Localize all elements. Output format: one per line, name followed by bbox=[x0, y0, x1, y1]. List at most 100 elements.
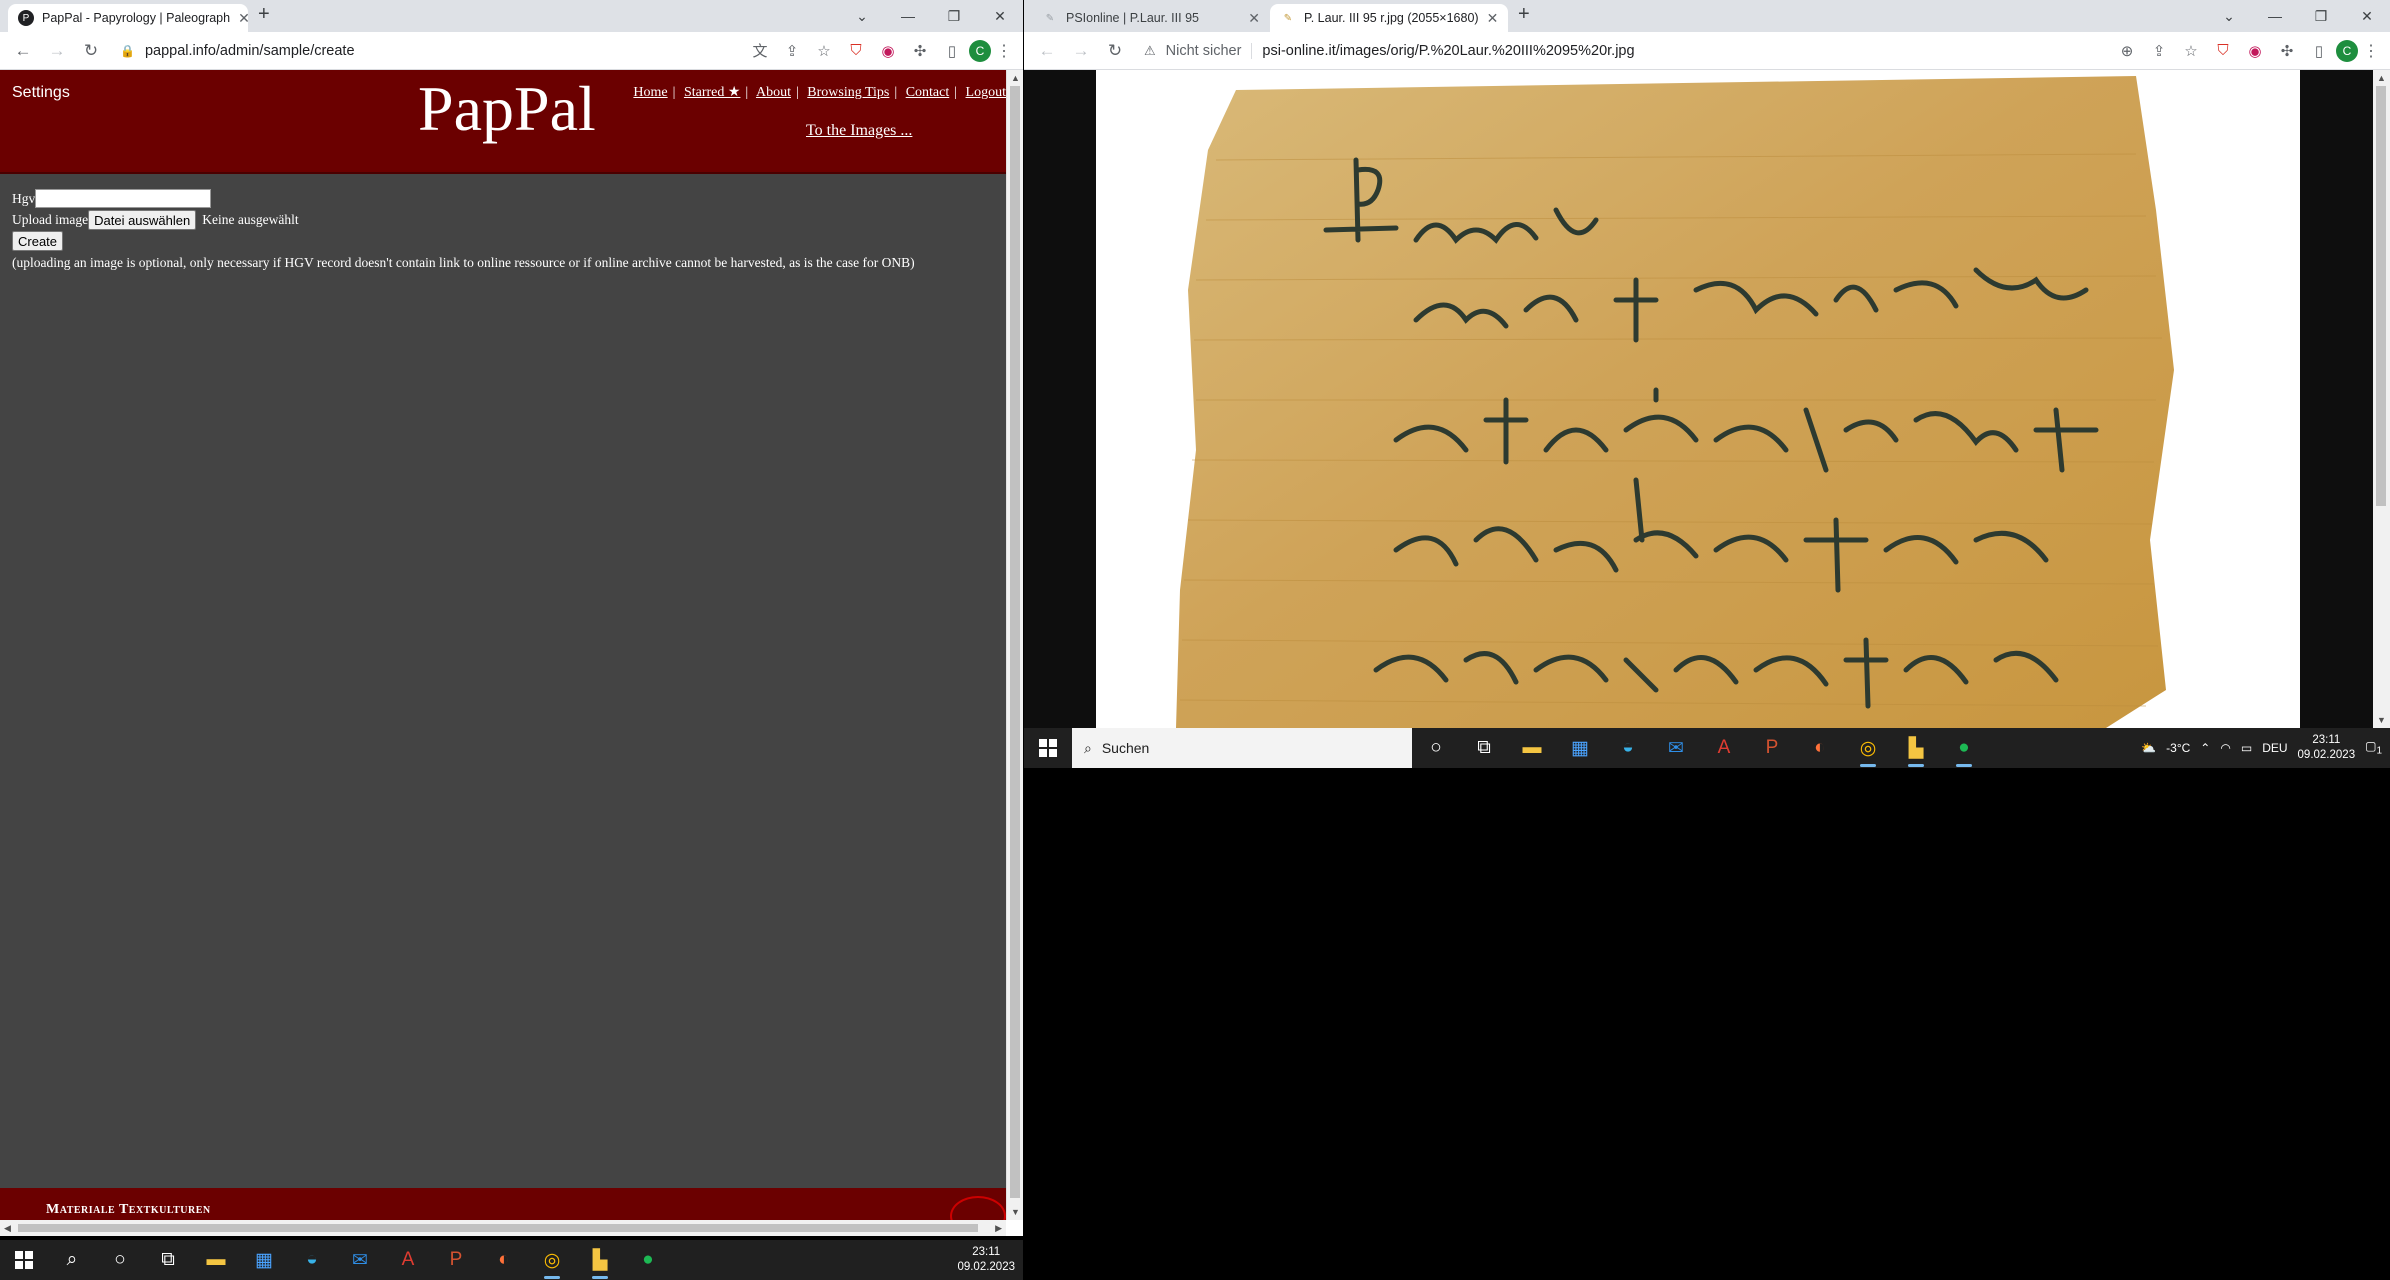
clock[interactable]: 23:11 09.02.2023 bbox=[2298, 733, 2356, 763]
settings-link[interactable]: Settings bbox=[12, 84, 70, 102]
close-window-button[interactable]: ✕ bbox=[2344, 8, 2390, 25]
task-view-icon[interactable]: ⧉ bbox=[144, 1240, 192, 1280]
cortana-icon[interactable]: ○ bbox=[96, 1240, 144, 1280]
new-tab-button[interactable]: + bbox=[248, 3, 280, 30]
extension-shield-icon[interactable]: ⛉ bbox=[841, 36, 871, 66]
browser-menu-icon[interactable]: ⋮ bbox=[2360, 41, 2382, 61]
scroll-right-icon[interactable]: ▶ bbox=[995, 1223, 1002, 1234]
acrobat-icon[interactable]: A bbox=[384, 1240, 432, 1280]
footer-title[interactable]: Materiale Textkulturen bbox=[46, 1202, 211, 1218]
reload-icon[interactable]: ↻ bbox=[76, 36, 106, 66]
restore-button[interactable]: ❐ bbox=[2298, 8, 2344, 25]
battery-icon[interactable]: ▭ bbox=[2241, 741, 2252, 755]
back-icon[interactable]: ← bbox=[1032, 36, 1062, 66]
to-images-link[interactable]: To the Images ... bbox=[806, 122, 912, 140]
address-bar[interactable]: 🔒 pappal.info/admin/sample/create bbox=[110, 36, 741, 66]
security-label[interactable]: Nicht sicher bbox=[1166, 42, 1253, 59]
share-icon[interactable]: ⇪ bbox=[2144, 36, 2174, 66]
file-explorer-icon[interactable]: ▬ bbox=[1508, 728, 1556, 768]
forward-icon[interactable]: → bbox=[42, 36, 72, 66]
scroll-down-icon[interactable]: ▼ bbox=[2377, 715, 2386, 725]
language-indicator[interactable]: DEU bbox=[2262, 741, 2287, 755]
start-button[interactable] bbox=[1024, 728, 1072, 768]
mail-icon[interactable]: ✉ bbox=[1652, 728, 1700, 768]
search-icon[interactable]: ⌕ bbox=[48, 1240, 96, 1280]
file-explorer-icon[interactable]: ▬ bbox=[192, 1240, 240, 1280]
weather-icon[interactable]: ⛅ bbox=[2141, 741, 2156, 755]
extension-shield-icon[interactable]: ⛉ bbox=[2208, 36, 2238, 66]
hgv-input[interactable] bbox=[35, 189, 212, 208]
warning-icon[interactable]: ⚠ bbox=[1144, 43, 1156, 59]
zoom-icon[interactable]: ⊕ bbox=[2112, 36, 2142, 66]
spotify-icon[interactable]: ● bbox=[1940, 728, 1988, 768]
tab-psionline[interactable]: ✎ PSIonline | P.Laur. III 95 ✕ bbox=[1032, 4, 1270, 32]
nav-starred[interactable]: Starred ★ bbox=[684, 85, 740, 100]
edge-icon[interactable]: ◒ bbox=[288, 1240, 336, 1280]
firefox-icon[interactable]: ◐ bbox=[1796, 728, 1844, 768]
nav-home[interactable]: Home bbox=[633, 85, 667, 100]
url-text[interactable]: pappal.info/admin/sample/create bbox=[145, 43, 355, 59]
bookmark-star-icon[interactable]: ☆ bbox=[809, 36, 839, 66]
mail-icon[interactable]: ✉ bbox=[336, 1240, 384, 1280]
edge-icon[interactable]: ◒ bbox=[1604, 728, 1652, 768]
forward-icon[interactable]: → bbox=[1066, 36, 1096, 66]
firefox-icon[interactable]: ◐ bbox=[480, 1240, 528, 1280]
share-icon[interactable]: ⇪ bbox=[777, 36, 807, 66]
extension-badge-icon[interactable]: ◉ bbox=[873, 36, 903, 66]
lock-icon[interactable]: 🔒 bbox=[120, 44, 135, 58]
clock[interactable]: 23:11 09.02.2023 bbox=[957, 1245, 1015, 1275]
reload-icon[interactable]: ↻ bbox=[1100, 36, 1130, 66]
notification-icon[interactable]: ▢1 bbox=[2365, 739, 2382, 756]
extensions-puzzle-icon[interactable]: ✣ bbox=[2272, 36, 2302, 66]
tab-search-icon[interactable]: ⌄ bbox=[2206, 8, 2252, 25]
tab-search-icon[interactable]: ⌄ bbox=[839, 8, 885, 25]
start-button[interactable] bbox=[0, 1240, 48, 1280]
powerpoint-icon[interactable]: P bbox=[1748, 728, 1796, 768]
weather-temp[interactable]: -3°C bbox=[2166, 741, 2190, 755]
url-text[interactable]: psi-online.it/images/orig/P.%20Laur.%20I… bbox=[1262, 43, 1634, 59]
spotify-icon[interactable]: ● bbox=[624, 1240, 672, 1280]
choose-file-button[interactable]: Datei auswählen bbox=[88, 209, 197, 230]
nav-contact[interactable]: Contact bbox=[906, 85, 950, 100]
tab-close-icon[interactable]: ✕ bbox=[238, 10, 248, 27]
side-panel-icon[interactable]: ▯ bbox=[2304, 36, 2334, 66]
translate-icon[interactable]: 文 bbox=[745, 36, 775, 66]
cortana-icon[interactable]: ○ bbox=[1412, 728, 1460, 768]
scroll-up-icon[interactable]: ▲ bbox=[1011, 73, 1020, 83]
taskbar-search[interactable]: ⌕ Suchen bbox=[1072, 728, 1412, 768]
vertical-scrollbar[interactable]: ▲ ▼ bbox=[1006, 70, 1023, 1220]
papyrus-image[interactable] bbox=[1096, 70, 2300, 728]
scroll-down-icon[interactable]: ▼ bbox=[1011, 1207, 1020, 1217]
store-icon[interactable]: ▦ bbox=[240, 1240, 288, 1280]
nav-browsing-tips[interactable]: Browsing Tips bbox=[807, 85, 889, 100]
scrollbar-thumb[interactable] bbox=[2376, 86, 2386, 506]
scroll-left-icon[interactable]: ◀ bbox=[4, 1223, 11, 1234]
site-logo[interactable]: PapPal bbox=[418, 72, 596, 146]
tab-close-icon[interactable]: ✕ bbox=[1248, 10, 1260, 27]
vertical-scrollbar[interactable]: ▲ ▼ bbox=[2373, 70, 2390, 728]
network-icon[interactable]: ◠ bbox=[2220, 741, 2230, 755]
store-icon[interactable]: ▦ bbox=[1556, 728, 1604, 768]
nav-about[interactable]: About bbox=[756, 85, 791, 100]
bookmark-star-icon[interactable]: ☆ bbox=[2176, 36, 2206, 66]
tray-chevron-icon[interactable]: ⌃ bbox=[2200, 741, 2210, 755]
nav-logout[interactable]: Logout bbox=[966, 85, 1006, 100]
close-window-button[interactable]: ✕ bbox=[977, 8, 1023, 25]
profile-avatar[interactable]: C bbox=[2336, 39, 2358, 62]
chrome-icon[interactable]: ◎ bbox=[528, 1240, 576, 1280]
chrome-icon[interactable]: ◎ bbox=[1844, 728, 1892, 768]
minimize-button[interactable]: — bbox=[2252, 8, 2298, 24]
new-tab-button[interactable]: + bbox=[1508, 3, 1540, 30]
extensions-puzzle-icon[interactable]: ✣ bbox=[905, 36, 935, 66]
create-button[interactable]: Create bbox=[12, 230, 64, 251]
tab-close-icon[interactable]: ✕ bbox=[1487, 10, 1499, 27]
restore-button[interactable]: ❐ bbox=[931, 8, 977, 25]
side-panel-icon[interactable]: ▯ bbox=[937, 36, 967, 66]
address-bar[interactable]: ⚠ Nicht sicher psi-online.it/images/orig… bbox=[1134, 36, 2108, 66]
task-view-icon[interactable]: ⧉ bbox=[1460, 728, 1508, 768]
minimize-button[interactable]: — bbox=[885, 8, 931, 24]
back-icon[interactable]: ← bbox=[8, 36, 38, 66]
notes-app-icon[interactable]: ▙ bbox=[1892, 728, 1940, 768]
scrollbar-thumb[interactable] bbox=[1010, 86, 1020, 1198]
tab-papyrus-image[interactable]: ✎ P. Laur. III 95 r.jpg (2055×1680) ✕ bbox=[1270, 4, 1508, 32]
